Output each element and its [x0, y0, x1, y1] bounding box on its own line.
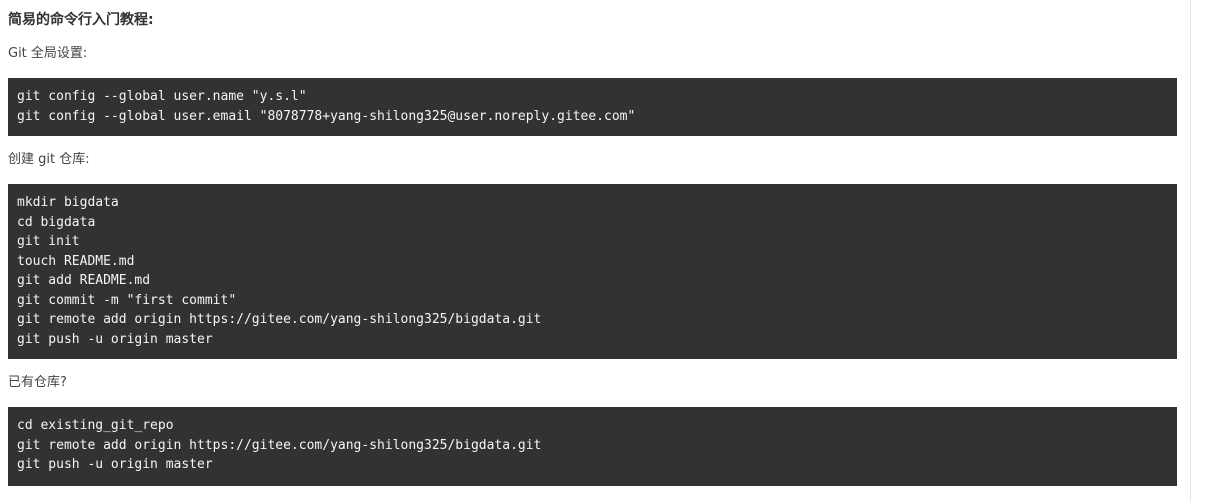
code-line[interactable]: git config --global user.email "8078778+…: [17, 107, 1168, 127]
code-line[interactable]: git remote add origin https://gitee.com/…: [17, 436, 1168, 456]
code-line[interactable]: git push -u origin master: [17, 330, 1168, 350]
code-line[interactable]: cd existing_git_repo: [17, 416, 1168, 436]
code-line[interactable]: git add README.md: [17, 271, 1168, 291]
tutorial-content: 简易的命令行入门教程: Git 全局设置: git config --globa…: [0, 0, 1190, 501]
create-repo-code-block[interactable]: mkdir bigdata cd bigdata git init touch …: [8, 184, 1177, 359]
code-line[interactable]: git remote add origin https://gitee.com/…: [17, 310, 1168, 330]
code-line[interactable]: git commit -m "first commit": [17, 291, 1168, 311]
code-line[interactable]: touch README.md: [17, 252, 1168, 272]
code-line[interactable]: git init: [17, 232, 1168, 252]
code-line[interactable]: mkdir bigdata: [17, 193, 1168, 213]
global-setup-label: Git 全局设置:: [8, 46, 88, 61]
existing-repo-label: 已有仓库?: [8, 375, 67, 390]
right-divider: [1190, 0, 1191, 501]
code-line[interactable]: git config --global user.name "y.s.l": [17, 87, 1168, 107]
create-repo-label: 创建 git 仓库:: [8, 152, 90, 167]
code-line[interactable]: git push -u origin master: [17, 455, 1168, 475]
code-line[interactable]: cd bigdata: [17, 213, 1168, 233]
existing-repo-code-block[interactable]: cd existing_git_repo git remote add orig…: [8, 407, 1177, 486]
page-title: 简易的命令行入门教程:: [8, 12, 154, 28]
global-setup-code-block[interactable]: git config --global user.name "y.s.l" gi…: [8, 78, 1177, 136]
